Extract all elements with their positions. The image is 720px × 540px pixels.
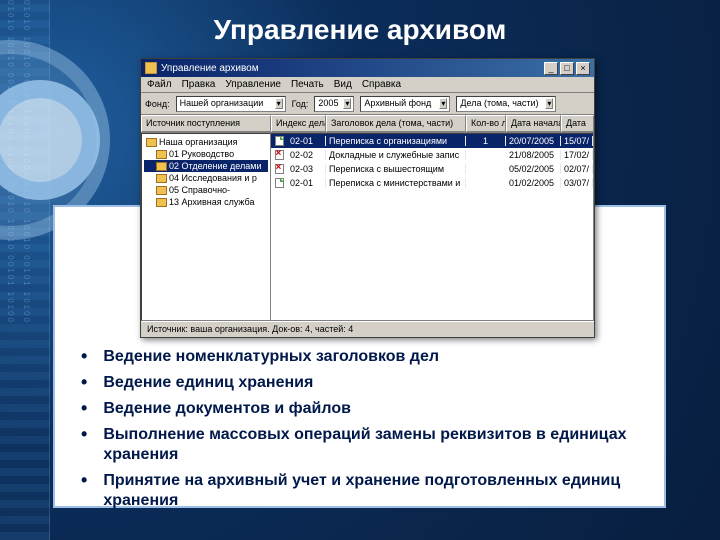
cell-date1: 20/07/2005 (506, 136, 561, 146)
col-title[interactable]: Заголовок дела (тома, части) (326, 115, 466, 132)
row-icon (271, 150, 287, 160)
table-row[interactable]: 02-03Переписка с вышестоящим 05/02/200502… (271, 162, 593, 176)
cell-title: Переписка с вышестоящим (326, 164, 466, 174)
cell-date2: 15/07/ (561, 136, 593, 146)
cell-date1: 05/02/2005 (506, 164, 561, 174)
col-date1[interactable]: Дата начала (506, 115, 561, 132)
tree-label: 13 Архивная служба (169, 197, 255, 207)
column-headers: Источник поступления Индекс дела Заголов… (141, 115, 594, 133)
bullet-list: Ведение номенклатурных заголовков дел Ве… (81, 347, 638, 511)
tree-item[interactable]: 13 Архивная служба (144, 196, 268, 208)
app-window: Управление архивом _ □ × Файл Правка Упр… (140, 58, 595, 338)
tree-pane[interactable]: Наша организация 01 Руководство 02 Отделен… (141, 133, 271, 321)
tree-item[interactable]: 01 Руководство (144, 148, 268, 160)
cell-date2: 17/02/ (561, 150, 593, 160)
list-item: Ведение номенклатурных заголовков дел (81, 347, 638, 367)
cell-index: 02-03 (287, 164, 326, 174)
col-source[interactable]: Источник поступления (141, 115, 271, 132)
table-row[interactable]: 02-01Переписка с организациями120/07/200… (271, 134, 593, 148)
menu-manage[interactable]: Управление (225, 79, 281, 90)
col-date2[interactable]: Дата (561, 115, 594, 132)
tree-item[interactable]: 02 Отделение делами (144, 160, 268, 172)
list-item: Принятие на архивный учет и хранение под… (81, 471, 638, 511)
cell-title: Докладные и служебные запис (326, 150, 466, 160)
folder-icon (156, 198, 167, 207)
tree-label: Наша организация (159, 137, 238, 147)
tree-label: 04 Исследования и р (169, 173, 257, 183)
app-icon (145, 62, 157, 74)
menu-edit[interactable]: Правка (182, 79, 216, 90)
dela-combo[interactable]: Дела (тома, части) (456, 96, 556, 112)
cell-index: 02-01 (287, 178, 326, 188)
titlebar[interactable]: Управление архивом _ □ × (141, 59, 594, 77)
cell-title: Переписка с организациями (326, 136, 466, 146)
tree-item[interactable]: Наша организация (144, 136, 268, 148)
col-count[interactable]: Кол-во лист. (466, 115, 506, 132)
cell-index: 02-01 (287, 136, 326, 146)
tree-item[interactable]: 04 Исследования и р (144, 172, 268, 184)
slide-title: Управление архивом (0, 0, 720, 46)
minimize-button[interactable]: _ (544, 62, 558, 75)
list-item: Выполнение массовых операций замены рекв… (81, 425, 638, 465)
fund-combo[interactable]: Нашей организации (176, 96, 286, 112)
statusbar: Источник: ваша организация. Док-ов: 4, ч… (141, 321, 594, 337)
folder-icon (156, 186, 167, 195)
table-row[interactable]: 02-02Докладные и служебные запис 21/08/20… (271, 148, 593, 162)
tree-label: 02 Отделение делами (169, 161, 261, 171)
list-pane[interactable]: 02-01Переписка с организациями120/07/200… (271, 133, 594, 321)
fund-label: Фонд: (145, 99, 170, 109)
menu-file[interactable]: Файл (147, 79, 172, 90)
table-row[interactable]: 02-01Переписка с министерствами и 01/02/2… (271, 176, 593, 190)
row-icon (271, 136, 287, 146)
row-icon (271, 164, 287, 174)
cell-date2: 02/07/ (561, 164, 593, 174)
folder-icon (156, 162, 167, 171)
cell-date1: 01/02/2005 (506, 178, 561, 188)
list-item: Ведение документов и файлов (81, 399, 638, 419)
tree-item[interactable]: 05 Справочно- (144, 184, 268, 196)
close-button[interactable]: × (576, 62, 590, 75)
window-title: Управление архивом (161, 63, 259, 74)
col-index[interactable]: Индекс дела (271, 115, 326, 132)
tree-label: 01 Руководство (169, 149, 234, 159)
folder-icon (146, 138, 157, 147)
menu-view[interactable]: Вид (334, 79, 352, 90)
toolbar: Фонд: Нашей организации Год: 2005 Архивн… (141, 93, 594, 115)
tree-label: 05 Справочно- (169, 185, 230, 195)
maximize-button[interactable]: □ (560, 62, 574, 75)
section-combo[interactable]: Архивный фонд (360, 96, 450, 112)
menu-print[interactable]: Печать (291, 79, 324, 90)
menubar: Файл Правка Управление Печать Вид Справк… (141, 77, 594, 93)
cell-date2: 03/07/ (561, 178, 593, 188)
folder-icon (156, 150, 167, 159)
year-combo[interactable]: 2005 (314, 96, 354, 112)
list-item: Ведение единиц хранения (81, 373, 638, 393)
menu-help[interactable]: Справка (362, 79, 401, 90)
row-icon (271, 178, 287, 188)
year-label: Год: (292, 99, 309, 109)
folder-icon (156, 174, 167, 183)
cell-index: 02-02 (287, 150, 326, 160)
cell-title: Переписка с министерствами и (326, 178, 466, 188)
cell-date1: 21/08/2005 (506, 150, 561, 160)
cell-count: 1 (466, 136, 506, 146)
